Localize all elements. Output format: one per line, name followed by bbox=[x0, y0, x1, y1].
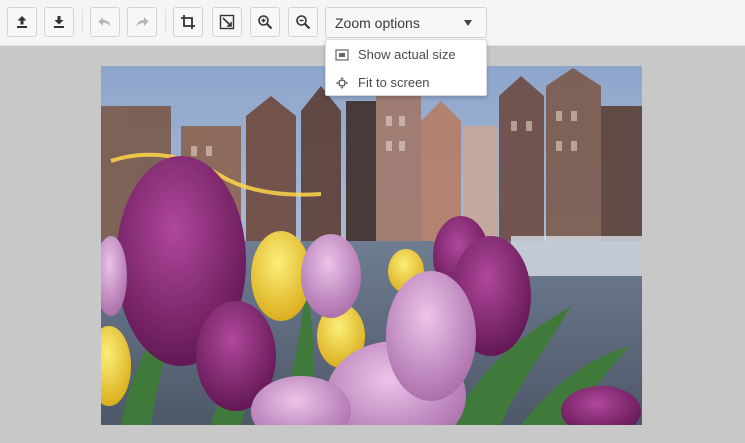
undo-icon bbox=[98, 17, 111, 27]
undo-button[interactable] bbox=[90, 7, 120, 37]
upload-icon bbox=[17, 16, 27, 28]
zoom-options-dropdown[interactable]: Zoom options bbox=[325, 7, 487, 38]
menu-item-label: Show actual size bbox=[358, 47, 456, 62]
crop-button[interactable] bbox=[173, 7, 203, 37]
actual-size-icon bbox=[335, 49, 349, 61]
resize-icon bbox=[219, 14, 235, 30]
menu-item-label: Fit to screen bbox=[358, 75, 430, 90]
menu-item-show-actual-size[interactable]: Show actual size bbox=[326, 41, 486, 68]
crop-icon bbox=[181, 15, 195, 29]
zoom-out-icon bbox=[296, 15, 311, 30]
edited-image-canvas[interactable] bbox=[101, 66, 642, 425]
download-button[interactable] bbox=[44, 7, 74, 37]
toolbar-separator bbox=[165, 10, 166, 34]
zoom-options-menu: Show actual size Fit to screen bbox=[325, 39, 487, 96]
menu-item-fit-to-screen[interactable]: Fit to screen bbox=[326, 69, 486, 96]
zoom-in-button[interactable] bbox=[250, 7, 280, 37]
zoom-out-button[interactable] bbox=[288, 7, 318, 37]
redo-button[interactable] bbox=[127, 7, 157, 37]
fit-to-screen-icon bbox=[336, 77, 348, 89]
toolbar-separator bbox=[82, 10, 83, 34]
zoom-options-label: Zoom options bbox=[335, 15, 420, 31]
tulips-photo bbox=[101, 66, 642, 425]
download-icon bbox=[54, 16, 64, 28]
resize-button[interactable] bbox=[212, 7, 242, 37]
upload-button[interactable] bbox=[7, 7, 37, 37]
zoom-in-icon bbox=[258, 15, 273, 30]
redo-icon bbox=[136, 17, 149, 27]
caret-down-icon bbox=[464, 20, 472, 26]
